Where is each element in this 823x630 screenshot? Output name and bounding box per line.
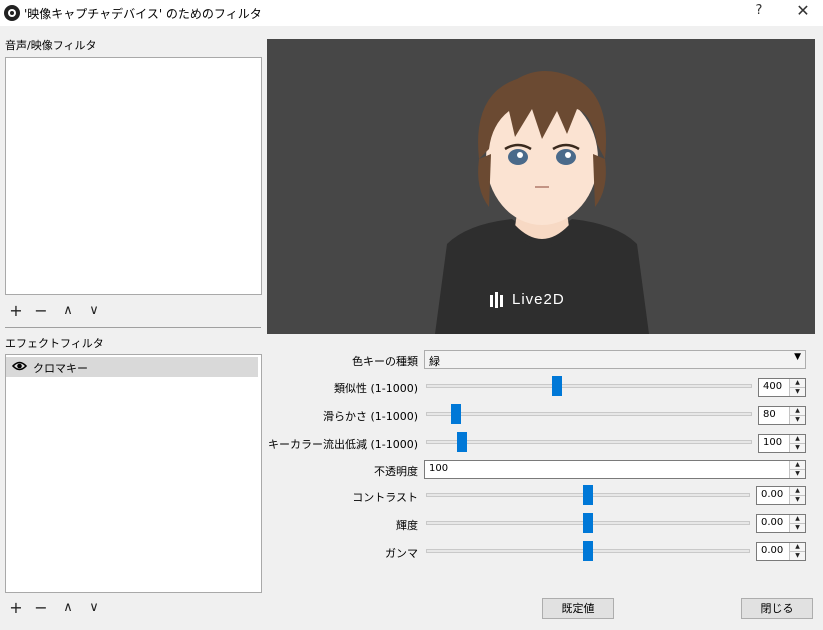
section-divider <box>5 327 261 328</box>
gamma-spinbox[interactable]: 0.00 ▲ ▼ <box>756 542 806 561</box>
spin-up-icon[interactable]: ▲ <box>790 543 805 552</box>
spill-reduction-label: キーカラー流出低減 (1-1000) <box>267 438 418 451</box>
remove-effect-filter-button[interactable]: − <box>32 599 50 617</box>
eye-icon[interactable] <box>11 360 28 374</box>
opacity-value: 100 <box>429 463 449 474</box>
help-button[interactable]: ? <box>752 3 766 18</box>
opacity-spin-buttons[interactable]: ▲ ▼ <box>789 461 805 478</box>
add-effect-filter-button[interactable]: + <box>7 599 25 617</box>
similarity-spin-buttons[interactable]: ▲ ▼ <box>789 379 805 396</box>
spin-down-icon[interactable]: ▼ <box>790 552 805 560</box>
spill-reduction-spin-buttons[interactable]: ▲ ▼ <box>789 435 805 452</box>
contrast-spin-buttons[interactable]: ▲ ▼ <box>789 487 805 504</box>
move-down-audio-filter-button[interactable]: ∨ <box>85 302 103 320</box>
gamma-spin-buttons[interactable]: ▲ ▼ <box>789 543 805 560</box>
gamma-value: 0.00 <box>761 545 784 556</box>
remove-audio-filter-button[interactable]: − <box>32 302 50 320</box>
smoothness-slider-handle[interactable] <box>450 404 461 424</box>
spin-up-icon[interactable]: ▲ <box>790 461 805 470</box>
brightness-value: 0.00 <box>761 517 784 528</box>
audio-video-filters-label: 音声/映像フィルタ <box>5 39 97 52</box>
smoothness-spin-buttons[interactable]: ▲ ▼ <box>789 407 805 424</box>
contrast-spinbox[interactable]: 0.00 ▲ ▼ <box>756 486 806 505</box>
shirt-logo-text: Live2D <box>512 291 565 308</box>
spill-reduction-slider-handle[interactable] <box>457 432 468 452</box>
title-bar: '映像キャプチャデバイス' のためのフィルタ ? ✕ <box>0 0 823 26</box>
spin-down-icon[interactable]: ▼ <box>790 496 805 504</box>
similarity-slider-track[interactable] <box>426 384 752 388</box>
add-audio-filter-button[interactable]: + <box>7 302 25 320</box>
window-title: '映像キャプチャデバイス' のためのフィルタ <box>24 7 262 21</box>
close-button[interactable]: 閉じる <box>741 598 813 619</box>
opacity-spinbox[interactable]: 100 ▲ ▼ <box>424 460 806 479</box>
spin-down-icon[interactable]: ▼ <box>790 470 805 478</box>
brightness-slider-handle[interactable] <box>583 513 593 533</box>
spill-reduction-spinbox[interactable]: 100 ▲ ▼ <box>758 434 806 453</box>
effect-filter-item-label: クロマキー <box>33 362 88 375</box>
similarity-label: 類似性 (1-1000) <box>333 382 418 395</box>
similarity-slider-handle[interactable] <box>552 376 563 396</box>
gamma-label: ガンマ <box>385 547 418 560</box>
spill-reduction-value: 100 <box>763 437 783 448</box>
move-up-audio-filter-button[interactable]: ∧ <box>59 302 77 320</box>
smoothness-slider-track[interactable] <box>426 412 752 416</box>
key-color-type-label: 色キーの種類 <box>352 355 418 368</box>
smoothness-label: 滑らかさ (1-1000) <box>322 410 418 423</box>
spill-reduction-slider-track[interactable] <box>426 440 752 444</box>
contrast-slider-handle[interactable] <box>583 485 593 505</box>
obs-logo-icon <box>4 5 20 21</box>
spin-up-icon[interactable]: ▲ <box>790 407 805 416</box>
defaults-button[interactable]: 既定値 <box>542 598 614 619</box>
spin-down-icon[interactable]: ▼ <box>790 524 805 532</box>
spin-up-icon[interactable]: ▲ <box>790 487 805 496</box>
smoothness-value: 80 <box>763 409 776 420</box>
chevron-down-icon: ▼ <box>794 352 801 362</box>
contrast-value: 0.00 <box>761 489 784 500</box>
move-down-effect-filter-button[interactable]: ∨ <box>85 599 103 617</box>
spin-down-icon[interactable]: ▼ <box>790 388 805 396</box>
similarity-spinbox[interactable]: 400 ▲ ▼ <box>758 378 806 397</box>
opacity-label: 不透明度 <box>374 465 418 478</box>
brightness-label: 輝度 <box>396 519 418 532</box>
smoothness-spinbox[interactable]: 80 ▲ ▼ <box>758 406 806 425</box>
spin-up-icon[interactable]: ▲ <box>790 379 805 388</box>
audio-video-filters-list[interactable] <box>5 57 262 295</box>
brightness-spin-buttons[interactable]: ▲ ▼ <box>789 515 805 532</box>
similarity-value: 400 <box>763 381 783 392</box>
brightness-spinbox[interactable]: 0.00 ▲ ▼ <box>756 514 806 533</box>
effect-filters-list[interactable] <box>5 354 262 593</box>
contrast-label: コントラスト <box>352 491 418 504</box>
spin-up-icon[interactable]: ▲ <box>790 435 805 444</box>
video-preview: Live2D <box>267 39 815 334</box>
key-color-type-value: 緑 <box>429 355 440 368</box>
key-color-type-select[interactable]: 緑 ▼ <box>424 350 806 369</box>
gamma-slider-handle[interactable] <box>583 541 593 561</box>
move-up-effect-filter-button[interactable]: ∧ <box>59 599 77 617</box>
spin-down-icon[interactable]: ▼ <box>790 416 805 424</box>
effect-filters-label: エフェクトフィルタ <box>5 337 104 350</box>
close-window-button[interactable]: ✕ <box>794 1 812 20</box>
spin-down-icon[interactable]: ▼ <box>790 444 805 452</box>
spin-up-icon[interactable]: ▲ <box>790 515 805 524</box>
live2d-character-image <box>435 70 649 334</box>
effect-filter-item-chroma-key[interactable]: クロマキー <box>6 357 258 377</box>
